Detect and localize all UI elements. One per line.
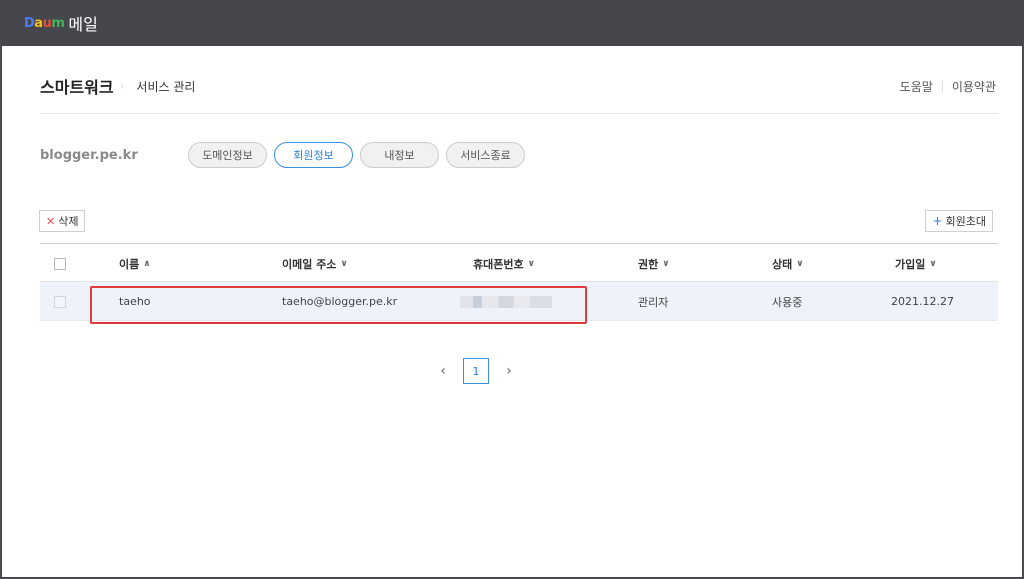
column-header-name[interactable]: 이름 ∧ [119,244,151,283]
domain-row: blogger.pe.kr 도메인정보 회원정보 내정보 서비스종료 [40,142,998,168]
main-panel: 스마트워크 › 서비스 관리 도움말 이용약관 blogger.pe.kr 도메… [2,46,1022,577]
tab-domain-info[interactable]: 도메인정보 [188,142,267,168]
column-header-status[interactable]: 상태 ∨ [772,244,804,283]
chevron-down-icon: ∨ [662,258,670,269]
row-select-cell [54,282,66,321]
plus-icon: + [932,214,943,228]
row-checkbox[interactable] [54,295,66,308]
delete-label: 삭제 [58,215,79,228]
highlight-box [90,286,587,324]
chevron-up-icon: ∧ [143,258,151,269]
column-header-label: 휴대폰번호 [473,257,524,271]
column-header-joined[interactable]: 가입일 ∨ [895,244,937,283]
mail-logo-text: 메일 [68,15,98,34]
member-status: 사용중 [772,295,803,309]
column-header-role[interactable]: 권한 ∨ [638,244,670,283]
link-divider [941,80,943,92]
column-header-email[interactable]: 이메일 주소 ∨ [282,244,348,283]
help-link[interactable]: 도움말 [900,78,933,95]
page-number-current[interactable]: 1 [463,358,489,384]
member-joined: 2021.12.27 [891,295,954,308]
tab-bar: 도메인정보 회원정보 내정보 서비스종료 [188,142,525,168]
chevron-down-icon: ∨ [340,258,348,269]
chevron-left-icon[interactable]: ‹ [435,358,451,384]
chevron-down-icon: ∨ [796,258,804,269]
breadcrumb[interactable]: 서비스 관리 [136,78,195,95]
tab-member-info[interactable]: 회원정보 [274,142,353,168]
invite-member-button[interactable]: + 회원초대 [925,210,993,232]
column-header-phone[interactable]: 휴대폰번호 ∨ [473,244,535,283]
member-role: 관리자 [638,295,669,309]
daum-mail-logo[interactable]: Daum 메일 [24,11,98,35]
terms-link[interactable]: 이용약관 [952,78,996,95]
page-header: 스마트워크 › 서비스 관리 도움말 이용약관 [40,74,996,98]
select-all-checkbox[interactable] [54,257,66,270]
column-header-label: 권한 [638,257,659,271]
column-header-label: 상태 [772,257,793,271]
tab-my-info[interactable]: 내정보 [360,142,439,168]
chevron-down-icon: ∨ [929,258,937,269]
column-header-label: 이름 [119,257,140,271]
header-links: 도움말 이용약관 [900,78,996,95]
pagination: ‹ 1 › [435,358,517,384]
delete-button[interactable]: ✕ 삭제 [39,210,86,232]
tab-service-termination[interactable]: 서비스종료 [446,142,525,168]
select-all-cell [54,244,66,283]
brand-title[interactable]: 스마트워크 [40,74,114,98]
close-icon: ✕ [46,214,56,228]
column-header-label: 이메일 주소 [282,257,337,271]
domain-name: blogger.pe.kr [40,147,138,163]
header-divider [40,113,998,114]
chevron-down-icon: ∨ [527,258,535,269]
invite-label: 회원초대 [945,215,986,228]
daum-logo: Daum [24,15,65,31]
table-header: 이름 ∧ 이메일 주소 ∨ 휴대폰번호 ∨ 권한 ∨ 상태 ∨ 가입일 ∨ [40,243,998,282]
chevron-right-icon[interactable]: › [501,358,517,384]
chevron-right-icon: › [119,79,125,93]
column-header-label: 가입일 [895,257,926,271]
top-bar: Daum 메일 [0,0,1024,46]
